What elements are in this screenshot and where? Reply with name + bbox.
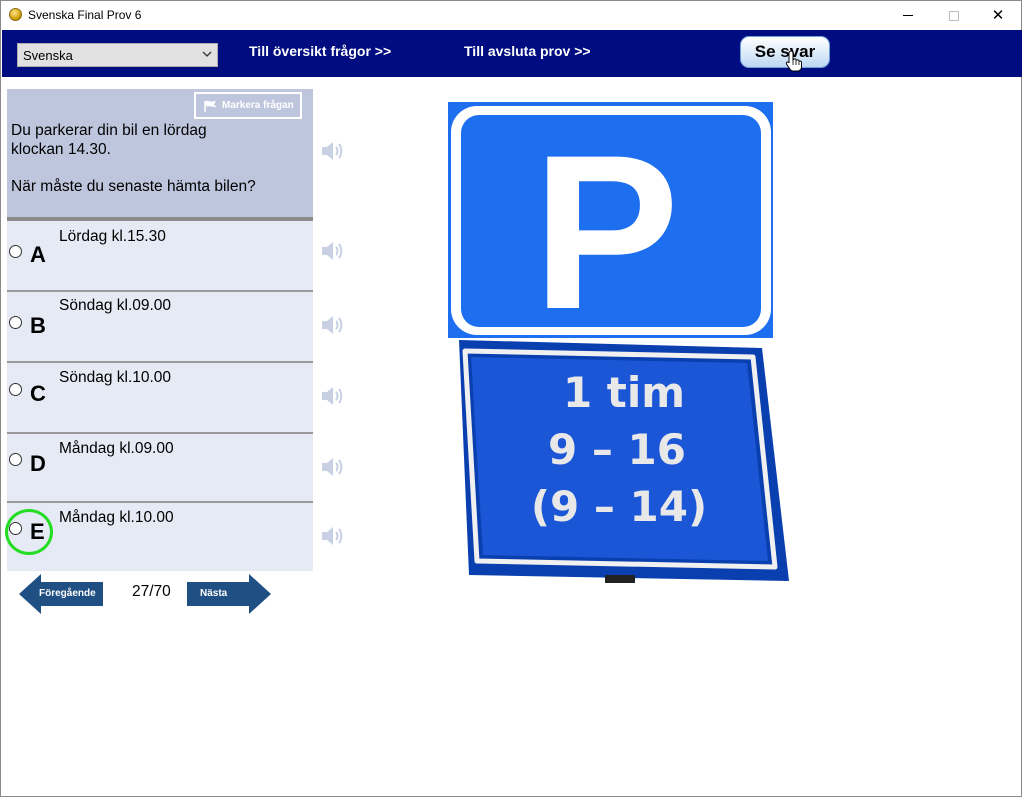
page-indicator: 27/70 [132, 583, 171, 600]
window-title: Svenska Final Prov 6 [28, 8, 142, 22]
parking-letter: P [533, 109, 680, 338]
radio-button[interactable] [9, 453, 22, 466]
question-text: Du parkerar din bil en lördag klockan 14… [11, 121, 256, 196]
app-window: Svenska Final Prov 6 ✕ Svenska Till över… [0, 0, 1022, 797]
speaker-icon[interactable] [320, 385, 344, 407]
mark-question-label: Markera frågan [222, 100, 294, 111]
mark-question-button[interactable]: Markera frågan [194, 92, 302, 119]
answer-option-e[interactable]: E Måndag kl.10.00 [7, 503, 313, 571]
flag-icon [204, 100, 217, 112]
answer-option-c[interactable]: C Söndag kl.10.00 [7, 363, 313, 434]
time-limit-sign-image: 1 tim 9 – 16 (9 – 14) [459, 340, 789, 583]
speaker-icon[interactable] [320, 240, 344, 262]
next-label[interactable]: Nästa [200, 588, 227, 599]
question-line-1: Du parkerar din bil en lördag klockan 14… [11, 122, 207, 158]
minimize-button[interactable] [885, 1, 931, 30]
top-nav-bar: Svenska Till översikt frågor >> Till avs… [2, 30, 1022, 77]
hand-cursor-icon [785, 50, 802, 72]
sign-line-2: 9 – 16 [548, 425, 686, 474]
option-letter: C [30, 381, 46, 406]
previous-label[interactable]: Föregående [39, 588, 96, 599]
close-button[interactable]: ✕ [975, 1, 1021, 30]
language-select[interactable]: Svenska [17, 43, 218, 67]
close-icon: ✕ [991, 7, 1005, 24]
speaker-icon[interactable] [320, 525, 344, 547]
question-line-2: När måste du senaste hämta bilen? [11, 178, 256, 195]
overview-link[interactable]: Till översikt frågor >> [249, 43, 391, 59]
language-select-value: Svenska [23, 48, 73, 63]
radio-button[interactable] [9, 316, 22, 329]
option-letter: A [30, 242, 46, 267]
sign-line-3: (9 – 14) [531, 482, 707, 531]
speaker-icon[interactable] [320, 456, 344, 478]
option-text: Måndag kl.10.00 [59, 509, 174, 526]
speaker-icon[interactable] [320, 314, 344, 336]
sign-line-1: 1 tim [563, 368, 685, 417]
radio-button[interactable] [9, 383, 22, 396]
maximize-icon [949, 10, 959, 21]
option-text: Söndag kl.10.00 [59, 369, 172, 386]
answer-option-d[interactable]: D Måndag kl.09.00 [7, 434, 313, 503]
chevron-down-icon [202, 51, 212, 57]
minimize-icon [903, 15, 913, 16]
app-logo-icon [9, 8, 22, 21]
radio-button[interactable] [9, 245, 22, 258]
finish-exam-link[interactable]: Till avsluta prov >> [464, 43, 591, 59]
answer-option-b[interactable]: B Söndag kl.09.00 [7, 292, 313, 363]
option-letter: D [30, 451, 46, 476]
option-text: Lördag kl.15.30 [59, 228, 166, 245]
option-text: Måndag kl.09.00 [59, 440, 174, 457]
highlight-ring [5, 509, 53, 555]
option-text: Söndag kl.09.00 [59, 297, 172, 314]
speaker-icon[interactable] [320, 140, 344, 162]
parking-sign-image: P [448, 102, 773, 338]
maximize-button[interactable] [931, 1, 977, 30]
answer-option-a[interactable]: A Lördag kl.15.30 [7, 221, 313, 292]
title-bar: Svenska Final Prov 6 ✕ [1, 1, 1021, 30]
option-letter: B [30, 313, 46, 338]
